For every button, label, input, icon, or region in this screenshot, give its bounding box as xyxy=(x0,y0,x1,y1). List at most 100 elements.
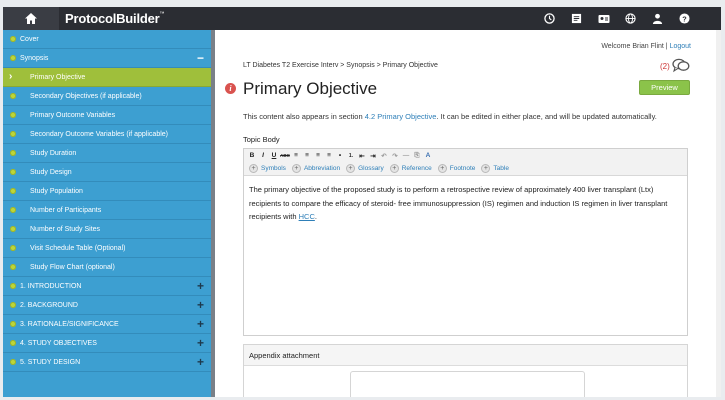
clock-icon[interactable] xyxy=(543,12,556,25)
globe-icon[interactable] xyxy=(624,12,637,25)
insert-table-button[interactable]: + Table xyxy=(481,164,509,173)
sidebar-item-study-flow-chart[interactable]: Study Flow Chart (optional) xyxy=(3,258,211,277)
user-icon[interactable] xyxy=(651,12,664,25)
info-icon[interactable]: i xyxy=(225,83,236,94)
sidebar-item-label: Cover xyxy=(20,35,39,43)
bullet-list-button[interactable]: • xyxy=(336,152,344,160)
breadcrumb[interactable]: LT Diabetes T2 Exercise Interv > Synopsi… xyxy=(243,62,438,69)
status-dot-icon xyxy=(10,188,16,194)
topic-body-label: Topic Body xyxy=(243,135,280,144)
sidebar-item-label: Number of Study Sites xyxy=(30,225,101,233)
sidebar-item-background[interactable]: 2. BACKGROUND + xyxy=(3,296,211,315)
sidebar-item-secondary-objectives[interactable]: Secondary Objectives (if applicable) xyxy=(3,87,211,106)
add-icon: + xyxy=(437,164,447,173)
sidebar-item-primary-objective[interactable]: › Primary Objective xyxy=(3,68,211,87)
sidebar-item-label: Primary Outcome Variables xyxy=(30,111,116,119)
copy-button[interactable]: ⎘ xyxy=(413,152,421,160)
status-dot-icon xyxy=(10,321,16,327)
horizontal-rule-button[interactable]: — xyxy=(402,152,410,160)
sidebar-item-label: 2. BACKGROUND xyxy=(20,301,78,309)
sidebar-item-label: Synopsis xyxy=(20,54,49,62)
sidebar-item-number-of-study-sites[interactable]: Number of Study Sites xyxy=(3,220,211,239)
sidebar-item-primary-outcome-variables[interactable]: Primary Outcome Variables xyxy=(3,106,211,125)
status-dot-icon xyxy=(10,93,16,99)
main-scrollbar[interactable] xyxy=(716,30,721,397)
sidebar-item-label: 3. RATIONALE/SIGNIFICANCE xyxy=(20,320,119,328)
indent-button[interactable]: ⇥ xyxy=(369,152,377,160)
add-icon: + xyxy=(481,164,491,173)
help-icon[interactable]: ? xyxy=(678,12,691,25)
insert-symbols-button[interactable]: + Symbols xyxy=(249,164,286,173)
align-justify-button[interactable]: ≡ xyxy=(325,152,333,160)
align-right-button[interactable]: ≡ xyxy=(314,152,322,160)
separator: | xyxy=(665,43,668,50)
italic-button[interactable]: I xyxy=(259,152,267,160)
sidebar-item-rationale-significance[interactable]: 3. RATIONALE/SIGNIFICANCE + xyxy=(3,315,211,334)
insert-label: Footnote xyxy=(449,165,476,172)
sidebar-item-label: 5. STUDY DESIGN xyxy=(20,358,81,366)
collapse-icon[interactable]: − xyxy=(197,51,204,65)
align-center-button[interactable]: ≡ xyxy=(303,152,311,160)
insert-label: Abbreviation xyxy=(303,165,341,172)
brand-trademark: ™ xyxy=(159,11,165,17)
bold-button[interactable]: B xyxy=(248,152,256,160)
insert-abbreviation-button[interactable]: + Abbreviation xyxy=(291,164,341,173)
insert-label: Glossary xyxy=(358,165,384,172)
sidebar-item-synopsis[interactable]: Synopsis − xyxy=(3,49,211,68)
strikethrough-button[interactable]: ABC xyxy=(280,152,290,160)
underline-button[interactable]: U xyxy=(270,152,278,160)
sidebar-item-study-duration[interactable]: Study Duration xyxy=(3,144,211,163)
outdent-button[interactable]: ⇤ xyxy=(358,152,366,160)
sidebar-item-label: Primary Objective xyxy=(30,73,86,81)
sidebar-item-study-design[interactable]: Study Design xyxy=(3,163,211,182)
body-end: . xyxy=(314,212,317,221)
comments-icon[interactable] xyxy=(672,58,690,78)
top-bar: ProtocolBuilder™ ? xyxy=(3,7,721,30)
id-card-icon[interactable] xyxy=(597,12,610,25)
insert-glossary-button[interactable]: + Glossary xyxy=(346,164,384,173)
expand-icon[interactable]: + xyxy=(197,279,204,293)
expand-icon[interactable]: + xyxy=(197,336,204,350)
main-content: Welcome Brian Flint | Logout LT Diabetes… xyxy=(215,30,721,397)
align-left-button[interactable]: ≡ xyxy=(292,152,300,160)
rich-text-editor[interactable]: B I U ABC ≡ ≡ ≡ ≡ • 1. ⇤ ⇥ ↶ ↷ — ⎘ A + Sy… xyxy=(243,148,688,336)
attachment-drop-zone[interactable] xyxy=(350,371,585,397)
sidebar-item-introduction[interactable]: 1. INTRODUCTION + xyxy=(3,277,211,296)
sidebar-item-label: Visit Schedule Table (Optional) xyxy=(30,244,126,252)
home-button[interactable] xyxy=(3,7,59,30)
expand-icon[interactable]: + xyxy=(197,298,204,312)
status-dot-icon xyxy=(10,150,16,156)
sidebar-item-visit-schedule-table[interactable]: Visit Schedule Table (Optional) xyxy=(3,239,211,258)
insert-toolbar: + Symbols + Abbreviation + Glossary + Refere… xyxy=(244,162,687,176)
document-icon[interactable] xyxy=(570,12,583,25)
sidebar-item-study-population[interactable]: Study Population xyxy=(3,182,211,201)
insert-reference-button[interactable]: + Reference xyxy=(389,164,432,173)
status-dot-icon xyxy=(10,55,16,61)
sidebar-item-number-of-participants[interactable]: Number of Participants xyxy=(3,201,211,220)
sidebar-item-label: Study Design xyxy=(30,168,72,176)
preview-button[interactable]: Preview xyxy=(639,80,690,95)
logout-link[interactable]: Logout xyxy=(670,43,691,50)
insert-label: Symbols xyxy=(261,165,286,172)
comment-count[interactable]: (2) xyxy=(660,62,670,71)
sidebar-item-secondary-outcome-variables[interactable]: Secondary Outcome Variables (if applicab… xyxy=(3,125,211,144)
sidebar-item-cover[interactable]: Cover xyxy=(3,30,211,49)
undo-button[interactable]: ↶ xyxy=(380,152,388,160)
add-icon: + xyxy=(346,164,356,173)
app-frame: ProtocolBuilder™ ? Cover Synopsis − › Pr… xyxy=(3,7,721,397)
notice-suffix: . It can be edited in either place, and … xyxy=(436,112,657,121)
glossary-term-link[interactable]: HCC xyxy=(299,212,315,221)
insert-footnote-button[interactable]: + Footnote xyxy=(437,164,476,173)
expand-icon[interactable]: + xyxy=(197,317,204,331)
status-dot-icon xyxy=(10,36,16,42)
status-dot-icon xyxy=(10,359,16,365)
numbered-list-button[interactable]: 1. xyxy=(347,152,355,160)
sidebar-item-study-design-section[interactable]: 5. STUDY DESIGN + xyxy=(3,353,211,372)
sidebar-item-study-objectives[interactable]: 4. STUDY OBJECTIVES + xyxy=(3,334,211,353)
appendix-attachment-panel: Appendix attachment xyxy=(243,344,688,397)
spellcheck-button[interactable]: A xyxy=(424,152,432,160)
editor-content[interactable]: The primary objective of the proposed st… xyxy=(249,183,681,224)
section-link[interactable]: 4.2 Primary Objective xyxy=(365,112,437,121)
redo-button[interactable]: ↷ xyxy=(391,152,399,160)
expand-icon[interactable]: + xyxy=(197,355,204,369)
